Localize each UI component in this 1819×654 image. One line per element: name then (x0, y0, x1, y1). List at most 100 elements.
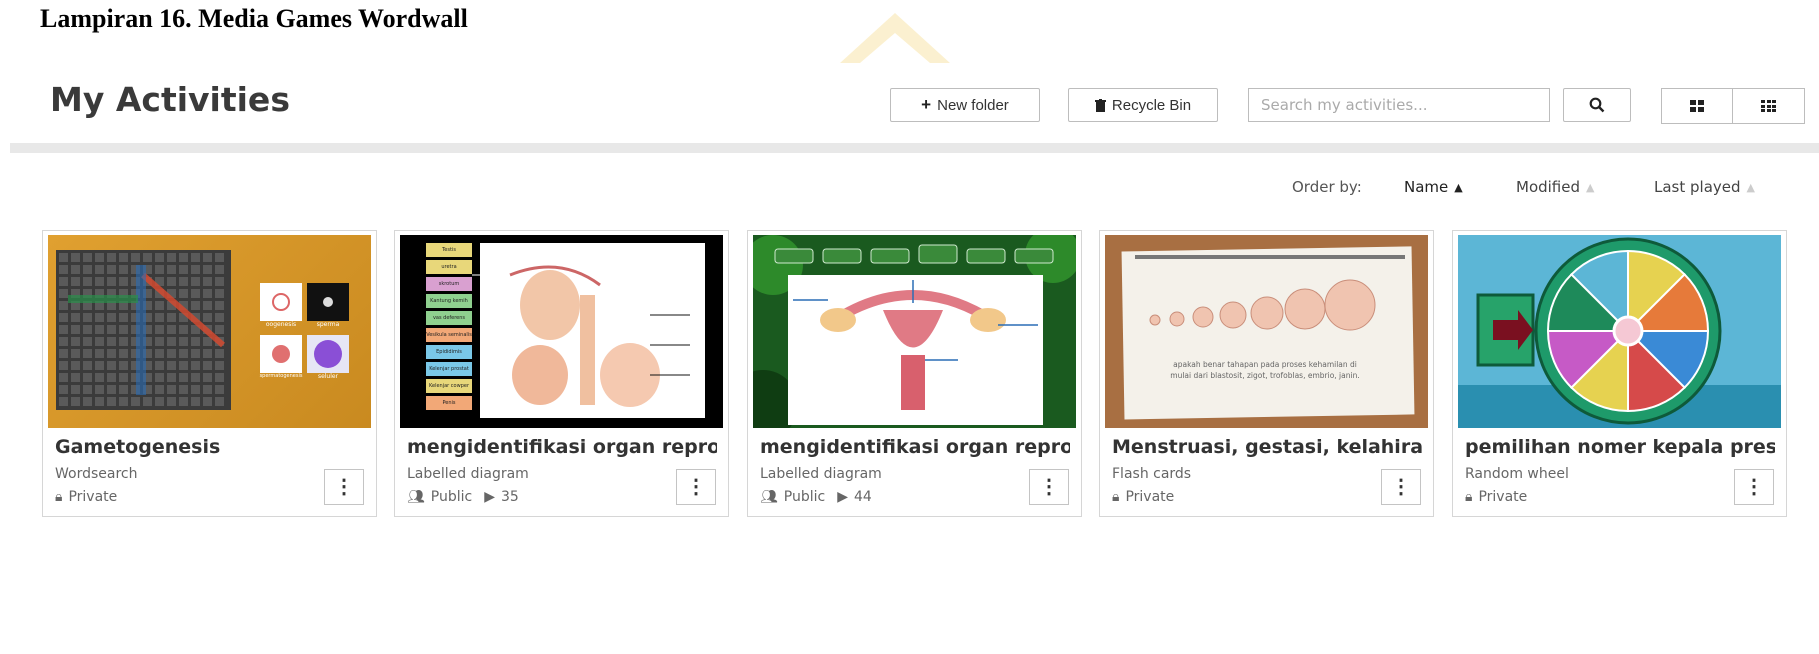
wordsearch-cell (167, 373, 176, 382)
activity-title[interactable]: mengidentifikasi organ reproduksi (407, 436, 717, 458)
recycle-bin-label: Recycle Bin (1111, 96, 1192, 114)
activity-title[interactable]: Gametogenesis (55, 436, 365, 458)
new-folder-label: New folder (937, 96, 1009, 114)
wordsearch-cell (83, 337, 92, 346)
lock-icon: 🔒︎ (1465, 489, 1473, 505)
more-vertical-icon: ⋮ (1744, 476, 1764, 498)
flash-card-question: apakah benar tahapan pada proses kehamil… (1170, 360, 1360, 380)
activity-menu-button[interactable]: ⋮ (1381, 469, 1421, 505)
diagram-label: uretra (426, 260, 472, 274)
order-by-last-played[interactable]: Last played ▲ (1654, 178, 1755, 196)
small-grid-view-button[interactable] (1733, 88, 1805, 124)
activity-title[interactable]: pemilihan nomer kepala presensi (1465, 436, 1775, 458)
play-count: 35 (501, 489, 519, 505)
diagram-label: Testis (426, 243, 472, 257)
recycle-bin-button[interactable]: Recycle Bin (1068, 88, 1218, 122)
wordsearch-cell (59, 313, 68, 322)
activity-type: Labelled diagram (407, 466, 529, 482)
wordsearch-cell (203, 277, 212, 286)
flash-card-art (1105, 235, 1428, 428)
wordsearch-cell (215, 313, 224, 322)
activity-meta: 🔒︎ Private (1465, 489, 1527, 505)
activity-card[interactable]: apakah benar tahapan pada proses kehamil… (1099, 230, 1434, 517)
order-by-modified[interactable]: Modified ▲ (1516, 178, 1594, 196)
activity-card[interactable]: oogenesis sperma spermatogenesis seluler… (42, 230, 377, 517)
activity-card[interactable]: Testis uretra skrotum Kantung kemih vas defe… (394, 230, 729, 517)
wordsearch-cell (215, 385, 224, 394)
word-label: sperma (316, 321, 340, 328)
large-grid-icon (1690, 100, 1704, 112)
watermark-logo (840, 13, 950, 63)
wordsearch-cell (215, 253, 224, 262)
activity-type: Flash cards (1112, 466, 1192, 482)
wordsearch-cell (107, 349, 116, 358)
new-folder-button[interactable]: + New folder (890, 88, 1040, 122)
activity-thumbnail[interactable]: oogenesis sperma spermatogenesis seluler (48, 235, 371, 428)
order-by-name[interactable]: Name ▲ (1404, 178, 1463, 196)
lock-icon: 🔒︎ (55, 489, 63, 505)
toolbar-divider (10, 143, 1819, 153)
wordsearch-cell (107, 361, 116, 370)
search-button[interactable] (1563, 88, 1631, 122)
activity-meta: 👥︎ Public ▶ 35 (407, 489, 519, 505)
wordsearch-cell (155, 325, 164, 334)
wordsearch-cell (107, 313, 116, 322)
wordsearch-cell (59, 397, 68, 406)
more-vertical-icon: ⋮ (686, 476, 706, 498)
wordsearch-cell (83, 265, 92, 274)
wordsearch-cell (191, 385, 200, 394)
figure-caption: Lampiran 16. Media Games Wordwall (40, 4, 468, 33)
wordsearch-cell (155, 397, 164, 406)
wordsearch-cell (155, 385, 164, 394)
wordsearch-cell (167, 313, 176, 322)
people-icon: 👥︎ (760, 489, 778, 505)
wordsearch-cell (167, 361, 176, 370)
wordsearch-cell (179, 349, 188, 358)
wordsearch-cell (95, 397, 104, 406)
visibility-label: Private (1125, 489, 1175, 505)
wordsearch-cell (107, 325, 116, 334)
wordsearch-cell (203, 313, 212, 322)
diagram-label: vas deferens (426, 311, 472, 325)
order-last-played-label: Last played (1654, 178, 1741, 196)
diagram-label: Penis (426, 396, 472, 410)
activity-thumbnail[interactable]: apakah benar tahapan pada proses kehamil… (1105, 235, 1428, 428)
wordsearch-cell (59, 289, 68, 298)
search-input[interactable] (1248, 88, 1550, 122)
wordsearch-cell (155, 253, 164, 262)
wordsearch-cell (95, 265, 104, 274)
diagram-label: Vesikula seminalis (426, 328, 472, 342)
activity-card[interactable]: mengidentifikasi organ reproduksi Labell… (747, 230, 1082, 517)
activity-thumbnail[interactable] (1458, 235, 1781, 428)
wordsearch-cell (191, 253, 200, 262)
word-label: spermatogenesis (259, 373, 303, 379)
activity-menu-button[interactable]: ⋮ (676, 469, 716, 505)
wordsearch-cell (191, 301, 200, 310)
wordsearch-cell (71, 349, 80, 358)
wordsearch-cell (191, 289, 200, 298)
activity-menu-button[interactable]: ⋮ (1734, 469, 1774, 505)
large-grid-view-button[interactable] (1661, 88, 1733, 124)
activity-thumbnail[interactable]: Testis uretra skrotum Kantung kemih vas defe… (400, 235, 723, 428)
wordsearch-cell (71, 253, 80, 262)
wordsearch-cell (179, 277, 188, 286)
activity-menu-button[interactable]: ⋮ (324, 469, 364, 505)
diagram-label: skrotum (426, 277, 472, 291)
activity-thumbnail[interactable] (753, 235, 1076, 428)
wordsearch-cell (107, 373, 116, 382)
female-reproductive-diagram-art (753, 235, 1076, 428)
wordsearch-cell (179, 385, 188, 394)
wordsearch-cell (179, 253, 188, 262)
activity-title[interactable]: Menstruasi, gestasi, kelahiran (1112, 436, 1422, 458)
more-vertical-icon: ⋮ (1391, 476, 1411, 498)
activity-title[interactable]: mengidentifikasi organ reproduksi (760, 436, 1070, 458)
activity-menu-button[interactable]: ⋮ (1029, 469, 1069, 505)
wordsearch-cell (191, 349, 200, 358)
wordsearch-cell (83, 361, 92, 370)
sort-icon: ▲ (1586, 180, 1595, 194)
wordsearch-cell (83, 313, 92, 322)
activity-card[interactable]: pemilihan nomer kepala presensi Random w… (1452, 230, 1787, 517)
activity-meta: 🔒︎ Private (1112, 489, 1174, 505)
word-label: oogenesis (265, 321, 297, 328)
diagram-label: Kelenjar prostat (426, 362, 472, 376)
